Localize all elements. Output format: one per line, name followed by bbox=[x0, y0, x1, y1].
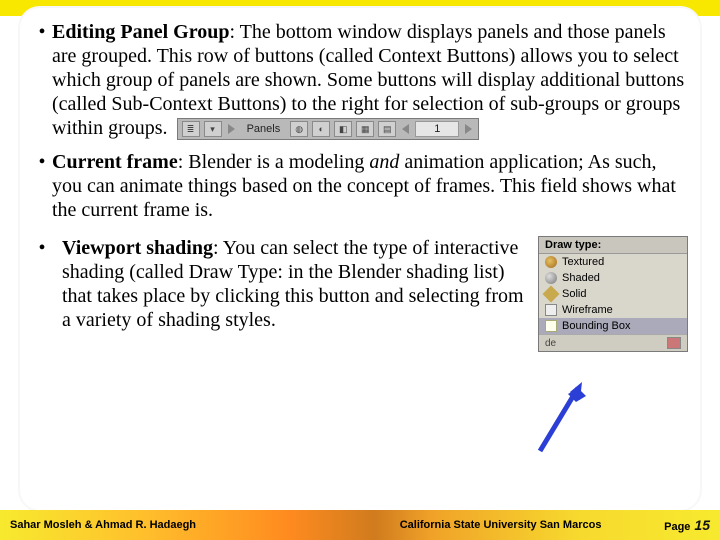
context-edit-icon[interactable]: ▦ bbox=[356, 121, 374, 137]
drawtype-label: Wireframe bbox=[562, 304, 613, 316]
context-globe-icon[interactable]: ◍ bbox=[290, 121, 308, 137]
footer-bar: Sahar Mosleh & Ahmad R. Hadaegh Californ… bbox=[0, 510, 720, 540]
drawtype-item-shaded[interactable]: Shaded bbox=[539, 270, 687, 286]
textured-icon bbox=[545, 256, 557, 268]
bullet-2: • Current frame: Blender is a modeling a… bbox=[32, 150, 688, 222]
pointer-arrow-icon bbox=[530, 376, 590, 456]
drawtype-label: Bounding Box bbox=[562, 320, 631, 332]
drawtype-bottom-label: de bbox=[545, 338, 556, 349]
content-panel: • Editing Panel Group: The bottom window… bbox=[18, 6, 702, 512]
frame-next-icon[interactable] bbox=[465, 124, 472, 134]
footer-page: Page 15 bbox=[664, 517, 710, 533]
footer-university: California State University San Marcos bbox=[337, 519, 664, 531]
slide: • Editing Panel Group: The bottom window… bbox=[0, 0, 720, 540]
bullet-2-italic: and bbox=[369, 151, 399, 173]
bullet-marker: • bbox=[32, 236, 52, 260]
shaded-icon bbox=[545, 272, 557, 284]
drawtype-title: Draw type: bbox=[539, 237, 687, 254]
panels-toolbar: ≣ ▾ Panels ◍ ◐ ◧ ▦ ▤ 1 bbox=[177, 118, 480, 140]
bullet-2-head: Current frame bbox=[52, 151, 178, 173]
bullet-1: • Editing Panel Group: The bottom window… bbox=[32, 20, 688, 140]
drawtype-label: Shaded bbox=[562, 272, 600, 284]
drawtype-item-wireframe[interactable]: Wireframe bbox=[539, 302, 687, 318]
panel-split-icon[interactable]: ≣ bbox=[182, 121, 200, 137]
context-script-icon[interactable]: ▤ bbox=[378, 121, 396, 137]
boundingbox-icon bbox=[545, 320, 557, 332]
panel-expand-icon[interactable] bbox=[228, 124, 235, 134]
drawtype-label: Solid bbox=[562, 288, 586, 300]
drawtype-button-icon[interactable] bbox=[667, 337, 681, 349]
footer-authors: Sahar Mosleh & Ahmad R. Hadaegh bbox=[10, 519, 337, 531]
bullet-3-head: Viewport shading bbox=[62, 237, 213, 259]
context-object-icon[interactable]: ◧ bbox=[334, 121, 352, 137]
footer-page-label: Page bbox=[664, 521, 690, 533]
footer-page-number: 15 bbox=[694, 517, 710, 533]
bullet-1-head: Editing Panel Group bbox=[52, 21, 229, 43]
bullet-3-text: Viewport shading: You can select the typ… bbox=[62, 236, 528, 332]
bullet-marker: • bbox=[32, 20, 52, 140]
wireframe-icon bbox=[545, 304, 557, 316]
bullet-2-pre: : Blender is a modeling bbox=[178, 151, 370, 173]
drawtype-menu: Draw type: Textured Shaded Solid Wirefra… bbox=[538, 236, 688, 352]
context-shading-icon[interactable]: ◐ bbox=[312, 121, 330, 137]
bullet-marker: • bbox=[32, 150, 52, 222]
bullet-2-text: Current frame: Blender is a modeling and… bbox=[52, 150, 688, 222]
drawtype-item-textured[interactable]: Textured bbox=[539, 254, 687, 270]
panels-label: Panels bbox=[241, 117, 287, 141]
frame-number-field[interactable]: 1 bbox=[415, 121, 459, 137]
drawtype-item-boundingbox[interactable]: Bounding Box bbox=[539, 318, 687, 334]
solid-icon bbox=[543, 286, 560, 303]
frame-prev-icon[interactable] bbox=[402, 124, 409, 134]
drawtype-label: Textured bbox=[562, 256, 604, 268]
drawtype-bottom-bar: de bbox=[539, 334, 687, 351]
drawtype-item-solid[interactable]: Solid bbox=[539, 286, 687, 302]
panel-dropdown-icon[interactable]: ▾ bbox=[204, 121, 222, 137]
bullet-3: • Viewport shading: You can select the t… bbox=[32, 236, 688, 352]
bullet-1-text: Editing Panel Group: The bottom window d… bbox=[52, 20, 688, 140]
